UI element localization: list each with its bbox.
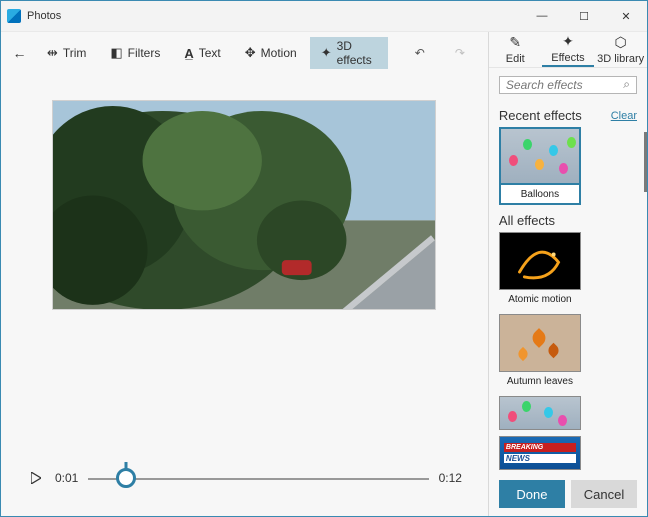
breaking-thumbnail: BREAKING NEWS <box>499 436 581 470</box>
photos-app-icon <box>7 9 21 23</box>
video-preview-area <box>1 74 488 450</box>
clear-recent-link[interactable]: Clear <box>611 110 637 122</box>
panel-footer: Done Cancel <box>489 472 647 516</box>
back-button[interactable]: ← <box>9 40 30 66</box>
balloons-thumbnail-2 <box>499 396 581 430</box>
total-time: 0:12 <box>439 471 462 485</box>
effect-autumn-leaves[interactable]: Autumn leaves <box>499 314 581 390</box>
effect-atomic-motion[interactable]: Atomic motion <box>499 232 581 308</box>
balloons-thumbnail <box>499 127 581 185</box>
minimize-button[interactable]: — <box>521 1 563 31</box>
panel-tabs: ✎ Edit ✦ Effects ⬡ 3D library <box>489 32 647 68</box>
effect-breaking-news[interactable]: BREAKING NEWS <box>499 436 581 470</box>
tab-effects[interactable]: ✦ Effects <box>542 32 595 67</box>
effect-balloons-all[interactable] <box>499 396 581 430</box>
recent-effects-title: Recent effects <box>499 108 582 123</box>
all-effects-title: All effects <box>499 213 555 228</box>
tab-3d-library[interactable]: ⬡ 3D library <box>594 32 647 67</box>
redo-button: ↷ <box>440 37 480 69</box>
pencil-icon: ✎ <box>509 33 521 51</box>
search-placeholder: Search effects <box>506 78 583 92</box>
maximize-button[interactable]: ☐ <box>563 1 605 31</box>
playback-bar: 0:01 0:12 <box>1 450 488 516</box>
app-title: Photos <box>27 10 61 22</box>
cancel-button[interactable]: Cancel <box>571 480 637 508</box>
trim-icon: ⇹ <box>47 45 58 61</box>
done-button[interactable]: Done <box>499 480 565 508</box>
undo-button[interactable]: ↶ <box>400 37 440 69</box>
autumn-thumbnail <box>499 314 581 372</box>
tab-edit[interactable]: ✎ Edit <box>489 32 542 67</box>
effect-label: Atomic motion <box>499 290 581 308</box>
sparkles-icon: ✦ <box>562 32 574 50</box>
panel-scrollbar[interactable] <box>644 132 647 192</box>
close-button[interactable]: ✕ <box>605 1 647 31</box>
photos-app-window: Photos — ☐ ✕ ← ⇹Trim ◧Filters A̲Text ✥Mo… <box>0 0 648 517</box>
current-time: 0:01 <box>55 471 78 485</box>
effects-panel: ✎ Edit ✦ Effects ⬡ 3D library Search eff… <box>489 32 647 516</box>
3d-effects-button[interactable]: ✦3D effects <box>310 37 388 69</box>
editor-main: ← ⇹Trim ◧Filters A̲Text ✥Motion ✦3D effe… <box>1 32 489 516</box>
recent-effect-balloons[interactable]: Balloons <box>499 127 581 205</box>
trim-button[interactable]: ⇹Trim <box>36 37 97 69</box>
seek-track[interactable] <box>88 463 428 493</box>
titlebar: Photos — ☐ ✕ <box>1 1 647 32</box>
search-effects-input[interactable]: Search effects ⌕ <box>499 76 637 94</box>
text-button[interactable]: A̲Text <box>173 37 231 69</box>
filters-icon: ◧ <box>110 45 122 61</box>
sparkle-icon: ✦ <box>321 45 332 61</box>
effect-label: Balloons <box>499 185 581 205</box>
atomic-thumbnail <box>499 232 581 290</box>
filters-button[interactable]: ◧Filters <box>99 37 171 69</box>
search-icon: ⌕ <box>623 77 630 92</box>
motion-button[interactable]: ✥Motion <box>234 37 308 69</box>
text-icon: A̲ <box>184 46 193 61</box>
play-button[interactable] <box>27 469 45 487</box>
motion-icon: ✥ <box>245 45 256 61</box>
seek-thumb[interactable] <box>116 468 136 488</box>
video-preview[interactable] <box>52 100 436 310</box>
effect-label: Autumn leaves <box>499 372 581 390</box>
cube-icon: ⬡ <box>615 33 627 51</box>
editor-toolbar: ← ⇹Trim ◧Filters A̲Text ✥Motion ✦3D effe… <box>1 32 488 74</box>
